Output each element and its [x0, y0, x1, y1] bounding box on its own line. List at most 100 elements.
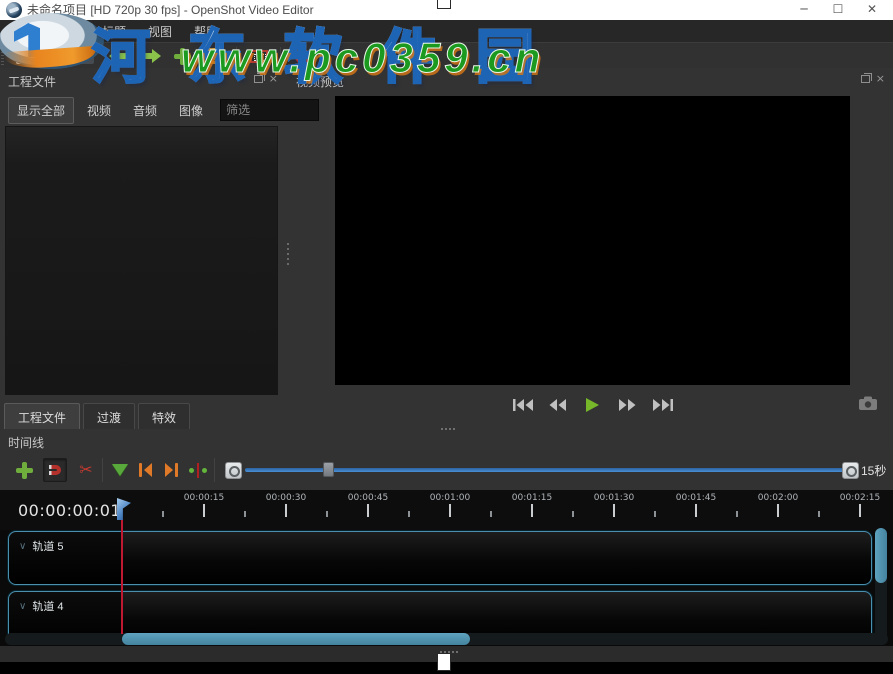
export-video-icon	[295, 48, 310, 64]
capture-frame-button[interactable]	[858, 396, 878, 412]
app-icon	[6, 2, 22, 18]
ruler-major-tick	[777, 504, 779, 517]
import-files-button[interactable]	[172, 46, 193, 67]
timeline-ruler[interactable]: 00:00:00:01 00:00:15 00:00:30 00:00:45 00:0…	[0, 490, 893, 530]
ruler-label-2: 00:00:45	[347, 493, 389, 503]
ruler-label-7: 00:02:00	[757, 493, 799, 503]
project-files-title: 工程文件	[8, 75, 57, 89]
timeline-scale-label: 15秒	[861, 464, 887, 478]
ruler-major-tick	[285, 504, 287, 517]
fullscreen-icon	[249, 49, 268, 63]
timeline-horizontal-scrollbar[interactable]	[5, 633, 888, 645]
zoom-in-button[interactable]	[221, 458, 245, 482]
project-files-list[interactable]	[5, 126, 278, 395]
new-project-icon	[16, 48, 33, 69]
ruler-label-6: 00:01:45	[675, 493, 717, 503]
dock-tab-bar: 工程文件 过渡 特效	[4, 403, 191, 429]
play-button[interactable]	[580, 395, 606, 415]
filter-tab-1[interactable]: 视频	[78, 97, 120, 124]
next-marker-button[interactable]	[159, 458, 183, 482]
chevron-down-icon[interactable]: ∨	[19, 601, 26, 612]
next-marker-icon	[164, 463, 178, 477]
save-project-button[interactable]	[76, 46, 97, 67]
chevron-down-icon[interactable]: ∨	[19, 541, 26, 552]
timeline-title: 时间线	[8, 436, 45, 450]
video-preview-display	[335, 96, 850, 385]
track-header: ∨ 轨道 5	[9, 532, 123, 584]
jump-to-end-button[interactable]	[650, 395, 676, 415]
vertical-scrollbar-thumb[interactable]	[875, 528, 887, 583]
jump-to-start-button[interactable]	[510, 395, 536, 415]
dock-area: 工程文件 × 显示全部视频音频图像 工程文件过渡特效 视频预览 ×	[0, 68, 893, 430]
rewind-button[interactable]	[545, 395, 571, 415]
ruler-minor-tick	[818, 511, 820, 517]
dock-tab-1[interactable]: 过渡	[83, 403, 136, 429]
ruler-minor-tick	[408, 511, 410, 517]
add-marker-icon	[112, 464, 128, 476]
zoom-out-button[interactable]	[838, 458, 862, 482]
rewind-icon	[549, 399, 566, 411]
timeline-tracks-area[interactable]: ∨ 轨道 5 ∨ 轨道 4	[0, 530, 893, 646]
maximize-button[interactable]: ☐	[821, 0, 855, 20]
transport-controls	[292, 392, 893, 418]
ruler-minor-tick	[162, 511, 164, 517]
ruler-major-tick	[695, 504, 697, 517]
close-panel-icon[interactable]: ×	[269, 73, 278, 84]
previous-marker-button[interactable]	[133, 458, 157, 482]
ruler-major-tick	[449, 504, 451, 517]
float-panel-icon[interactable]	[860, 72, 872, 83]
ruler-minor-tick	[654, 511, 656, 517]
import-files-icon	[174, 47, 191, 65]
play-icon	[586, 398, 599, 412]
fullscreen-button[interactable]	[248, 46, 269, 67]
ruler-major-tick	[531, 504, 533, 517]
center-playhead-button[interactable]	[186, 458, 210, 482]
close-button[interactable]: ✕	[855, 0, 889, 20]
choose-profile-button[interactable]	[204, 46, 225, 67]
export-video-button[interactable]	[292, 46, 313, 67]
menu-item-3[interactable]: 视图	[148, 23, 172, 40]
toolbar-separator	[280, 47, 281, 65]
dock-tab-2[interactable]: 特效	[138, 403, 191, 429]
open-project-button[interactable]	[44, 46, 65, 67]
close-panel-icon[interactable]: ×	[876, 73, 885, 84]
zoom-slider-handle[interactable]	[323, 462, 334, 477]
filter-tab-3[interactable]: 图像	[170, 97, 212, 124]
horizontal-scrollbar-thumb[interactable]	[122, 633, 470, 645]
minimize-button[interactable]: ─	[787, 0, 821, 20]
menu-item-4[interactable]: 帮助	[194, 23, 218, 40]
ruler-label-5: 00:01:30	[593, 493, 635, 503]
redo-button[interactable]	[140, 46, 161, 67]
toolbar-drag-handle[interactable]	[1, 46, 4, 66]
menu-item-2[interactable]: 标题	[102, 23, 126, 40]
track-label-row: ∨ 轨道 4	[19, 598, 64, 614]
ruler-minor-tick	[326, 511, 328, 517]
undo-button[interactable]	[108, 46, 129, 67]
filter-tab-0[interactable]: 显示全部	[8, 96, 75, 124]
timeline-zoom-slider[interactable]	[245, 462, 843, 477]
timeline-panel-header: 时间线	[0, 430, 893, 450]
add-marker-button[interactable]	[108, 458, 132, 482]
openshot-window: 未命名项目 [HD 720p 30 fps] - OpenShot Video …	[0, 0, 893, 674]
menu-item-0[interactable]: 文件	[10, 23, 34, 40]
vertical-splitter[interactable]	[285, 68, 291, 430]
new-project-button[interactable]	[12, 46, 33, 69]
fast-forward-button[interactable]	[615, 395, 641, 415]
track-row-1[interactable]: ∨ 轨道 5	[8, 531, 872, 585]
ruler-major-tick	[367, 504, 369, 517]
ruler-minor-tick	[490, 511, 492, 517]
razor-tool-button[interactable]: ✂	[74, 458, 98, 482]
float-panel-icon[interactable]	[253, 72, 265, 83]
timeline-toolbar: ✂ 15秒	[0, 450, 893, 490]
timeline-toolbar-separator	[214, 458, 215, 482]
menu-item-1[interactable]: 编辑	[56, 23, 80, 40]
snap-toggle-button[interactable]	[43, 458, 67, 482]
playhead-line	[121, 519, 123, 634]
ruler-major-tick	[859, 504, 861, 517]
track-label: 轨道 4	[32, 601, 64, 613]
dock-tab-0[interactable]: 工程文件	[4, 403, 81, 429]
timeline-vertical-scrollbar[interactable]	[875, 528, 887, 645]
add-track-button[interactable]	[12, 458, 36, 482]
ruler-label-1: 00:00:30	[265, 493, 307, 503]
filter-tab-2[interactable]: 音频	[124, 97, 166, 124]
